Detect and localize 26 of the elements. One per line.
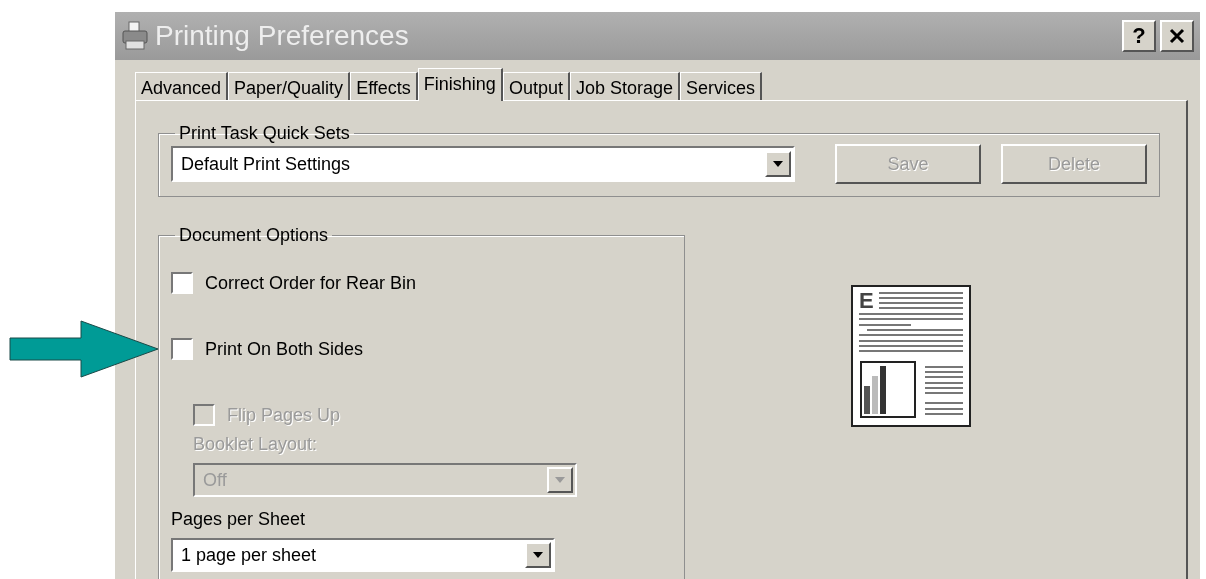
window-title: Printing Preferences <box>155 20 409 52</box>
help-button[interactable]: ? <box>1122 20 1156 52</box>
caret-icon <box>773 161 783 167</box>
tab[interactable]: Output <box>502 72 570 100</box>
checkbox-label[interactable]: Print On Both Sides <box>205 338 364 360</box>
checkbox-label[interactable]: Correct Order for Rear Bin <box>205 272 417 294</box>
checkbox[interactable] <box>171 338 193 360</box>
tab[interactable]: Effects <box>350 72 418 100</box>
tab[interactable]: Paper/Quality <box>228 72 351 100</box>
field-label: Booklet Layout: <box>193 434 319 455</box>
page-preview-drawing: E <box>850 285 971 427</box>
printer-icon <box>121 21 149 51</box>
caret-icon <box>555 477 565 483</box>
close-icon <box>1169 28 1185 44</box>
dropdown[interactable]: Default Print Settings <box>171 146 795 182</box>
group-title: Document Options <box>178 225 330 246</box>
checkbox[interactable] <box>171 272 193 294</box>
close-button[interactable] <box>1160 20 1194 52</box>
tab[interactable]: Advanced <box>135 72 229 100</box>
tab[interactable]: Finishing <box>417 68 503 101</box>
dropdown[interactable]: 1 page per sheet <box>171 538 555 572</box>
group-title: Print Task Quick Sets <box>178 123 351 144</box>
tab[interactable]: Job Storage <box>569 72 680 100</box>
tab[interactable]: Services <box>680 72 763 100</box>
caret-icon <box>533 552 543 558</box>
field-label: Pages per Sheet <box>171 509 307 530</box>
